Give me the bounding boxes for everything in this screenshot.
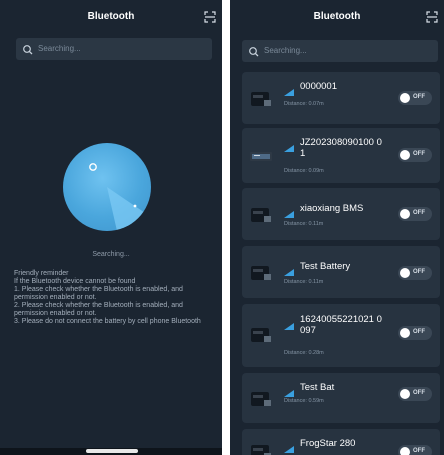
scan-icon[interactable] [426, 10, 438, 23]
toggle-label: OFF [413, 448, 425, 454]
device-name: 16240055221021 0097 [300, 314, 382, 336]
device-name: Test Battery [300, 261, 351, 272]
toggle-label: OFF [413, 390, 425, 396]
connect-toggle[interactable]: OFF [398, 266, 432, 280]
device-card[interactable]: xiaoxiang BMS Distance: 0.11m OFF [242, 188, 440, 240]
connect-toggle[interactable]: OFF [398, 91, 432, 105]
page-title: Bluetooth [313, 11, 361, 22]
battery-thumbnail-icon [250, 322, 274, 346]
scan-icon[interactable] [204, 10, 216, 23]
device-distance: Distance: 0.28m [284, 350, 324, 356]
toggle-knob [400, 209, 410, 219]
toggle-label: OFF [413, 151, 425, 157]
device-card[interactable]: Test Bat Distance: 0.59m OFF [242, 373, 440, 423]
title-bar: Bluetooth [230, 0, 444, 34]
signal-icon [284, 317, 294, 330]
signal-icon [284, 205, 294, 218]
signal-icon [284, 440, 294, 453]
device-card[interactable]: 0000001 Distance: 0.07m OFF [242, 72, 440, 124]
searching-screen: Bluetooth Searching... Searching... Frie… [0, 0, 222, 455]
toggle-label: OFF [413, 210, 425, 216]
battery-thumbnail-icon [250, 386, 274, 410]
search-icon [248, 45, 260, 57]
radar-status: Searching... [92, 251, 130, 258]
connect-toggle[interactable]: OFF [398, 326, 432, 340]
search-placeholder: Searching... [264, 46, 307, 55]
friendly-reminder: Friendly reminder If the Bluetooth devic… [14, 270, 214, 326]
device-distance: Distance: 0.07m [284, 101, 324, 107]
battery-thumbnail-icon [250, 86, 274, 110]
toggle-knob [400, 268, 410, 278]
device-distance: Distance: 0.11m [284, 279, 324, 285]
device-name: JZ202308090100 01 [300, 137, 382, 159]
device-distance: Distance: 0.11m [284, 221, 324, 227]
device-name: Test Bat [300, 382, 335, 393]
toggle-label: OFF [413, 329, 425, 335]
toggle-knob [400, 447, 410, 455]
device-distance: Distance: 0.59m [284, 398, 324, 404]
search-input[interactable]: Searching... [242, 40, 438, 62]
home-indicator[interactable] [86, 449, 138, 453]
signal-icon [284, 139, 294, 152]
radar-animation [63, 143, 151, 231]
toggle-knob [400, 150, 410, 160]
device-card[interactable]: JZ202308090100 01 Distance: 0.09m OFF [242, 128, 440, 183]
search-icon [22, 43, 34, 55]
battery-thumbnail-icon [250, 144, 274, 168]
toggle-knob [400, 93, 410, 103]
device-distance: Distance: 0.09m [284, 168, 324, 174]
battery-thumbnail-icon [250, 260, 274, 284]
connect-toggle[interactable]: OFF [398, 387, 432, 401]
reminder-line: 2. Please check whether the Bluetooth is… [14, 302, 183, 317]
toggle-label: OFF [413, 269, 425, 275]
signal-icon [284, 83, 294, 96]
device-list-screen: Bluetooth Searching... 0000001 Distance:… [230, 0, 444, 455]
reminder-line: Friendly reminder [14, 270, 69, 277]
search-placeholder: Searching... [38, 44, 81, 53]
title-bar: Bluetooth [0, 0, 222, 34]
page-title: Bluetooth [87, 11, 135, 22]
connect-toggle[interactable]: OFF [398, 207, 432, 221]
battery-thumbnail-icon [250, 439, 274, 455]
device-name: 0000001 [300, 81, 337, 92]
signal-icon [284, 384, 294, 397]
connect-toggle[interactable]: OFF [398, 148, 432, 162]
search-input[interactable]: Searching... [16, 38, 212, 60]
signal-icon [284, 263, 294, 276]
device-card[interactable]: 16240055221021 0097 Distance: 0.28m OFF [242, 304, 440, 367]
device-card[interactable]: FrogStar 280 OFF [242, 429, 440, 455]
reminder-line: 1. Please check whether the Bluetooth is… [14, 286, 183, 301]
device-name: xiaoxiang BMS [300, 203, 364, 214]
reminder-line: If the Bluetooth device cannot be found [14, 278, 136, 285]
reminder-line: 3. Please do not connect the battery by … [14, 318, 201, 325]
battery-thumbnail-icon [250, 202, 274, 226]
connect-toggle[interactable]: OFF [398, 445, 432, 455]
toggle-knob [400, 389, 410, 399]
toggle-label: OFF [413, 94, 425, 100]
toggle-knob [400, 328, 410, 338]
device-name: FrogStar 280 [300, 438, 356, 449]
device-card[interactable]: Test Battery Distance: 0.11m OFF [242, 246, 440, 298]
